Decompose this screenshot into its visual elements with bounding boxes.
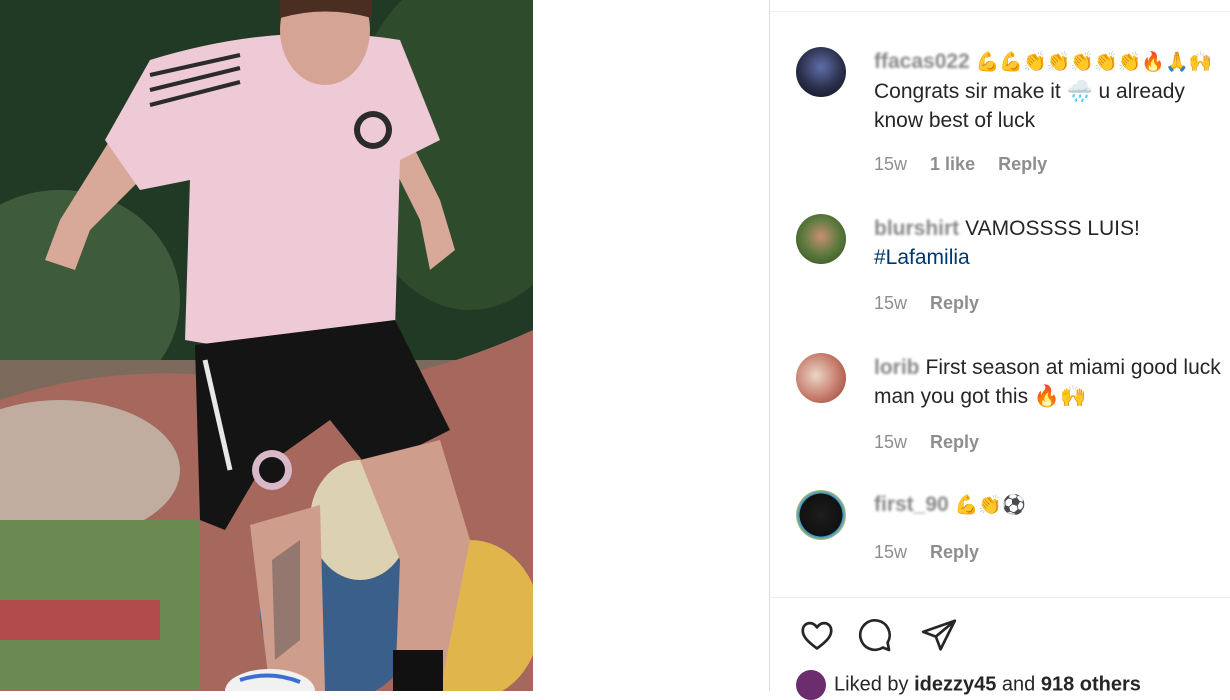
comment-meta: 15w Reply [874, 432, 997, 453]
comment-body: Congrats sir make it 🌧️ u already know b… [874, 80, 1185, 132]
comments-panel: ffacas022 💪💪👏👏👏👏👏🔥🙏🙌 Congrats sir make it… [769, 0, 1230, 700]
player-illustration [0, 0, 533, 691]
comment-time[interactable]: 15w [874, 154, 907, 174]
comment-username[interactable]: ffacas022 [874, 50, 970, 73]
comment-text: blurshirt VAMOSSSS LUIS! #Lafamilia [874, 214, 1230, 272]
comment-likes[interactable]: 1 like [930, 154, 975, 174]
likes-others-link[interactable]: 918 others [1041, 673, 1141, 695]
comment-time[interactable]: 15w [874, 293, 907, 313]
comment-text: first_90 💪👏⚽ [874, 490, 1230, 520]
actions-divider [770, 597, 1230, 598]
reply-button[interactable]: Reply [930, 293, 979, 313]
like-button[interactable] [796, 614, 838, 656]
comment-icon [858, 619, 891, 652]
post-photo[interactable] [0, 0, 533, 691]
comment-username[interactable]: blurshirt [874, 217, 959, 240]
photo-gap [533, 0, 769, 691]
comment-emoji: 💪💪👏👏👏👏👏🔥🙏🙌 [975, 51, 1213, 73]
comment-body: 💪👏⚽ [954, 494, 1026, 516]
comment-username[interactable]: first_90 [874, 493, 949, 516]
likes-summary: Liked by idezzy45 and 918 others [796, 670, 1141, 700]
comment-button[interactable] [853, 614, 895, 656]
comment-meta: 15w Reply [874, 293, 997, 314]
comment-meta: 15w Reply [874, 542, 997, 563]
comment-time[interactable]: 15w [874, 432, 907, 452]
paper-plane-icon [921, 619, 957, 651]
share-button[interactable] [918, 614, 960, 656]
liker-username[interactable]: idezzy45 [914, 673, 996, 695]
comment-body: First season at miami good luck man you … [874, 356, 1221, 408]
hashtag-link[interactable]: #Lafamilia [874, 246, 970, 269]
comment-text: ffacas022 💪💪👏👏👏👏👏🔥🙏🙌 Congrats sir make it… [874, 47, 1230, 135]
reply-button[interactable]: Reply [930, 542, 979, 562]
reply-button[interactable]: Reply [930, 432, 979, 452]
heart-icon [801, 621, 833, 650]
comment-text: lorib First season at miami good luck man… [874, 353, 1230, 411]
comment-body: VAMOSSSS LUIS! [965, 217, 1140, 240]
comment-username[interactable]: lorib [874, 356, 920, 379]
avatar[interactable] [796, 353, 846, 403]
avatar[interactable] [796, 47, 846, 97]
header-divider [770, 11, 1230, 12]
avatar[interactable] [796, 214, 846, 264]
liker-avatar[interactable] [796, 670, 826, 700]
likes-prefix: Liked by [834, 673, 909, 696]
likes-conj: and [1001, 673, 1036, 696]
avatar[interactable] [796, 490, 846, 540]
comment-time[interactable]: 15w [874, 542, 907, 562]
reply-button[interactable]: Reply [998, 154, 1047, 174]
comment-meta: 15w 1 like Reply [874, 154, 1065, 175]
